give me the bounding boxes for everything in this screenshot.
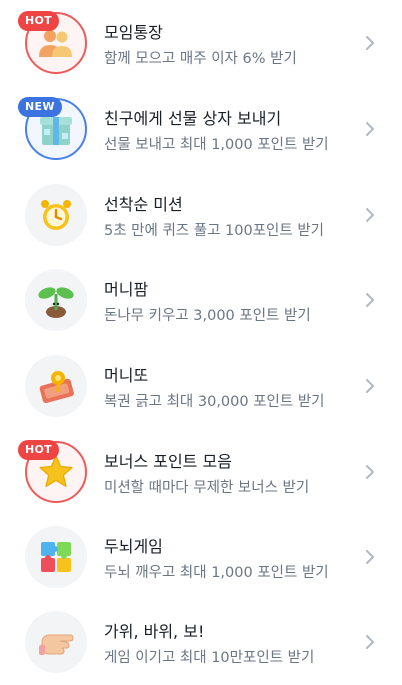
item-title: 보너스 포인트 모음 — [104, 452, 232, 471]
hand-icon — [36, 625, 76, 659]
chevron-right-icon — [365, 35, 375, 51]
chevron-right-icon — [365, 121, 375, 137]
list-item-meeting-account[interactable]: HOT 모임통장 함께 모으고 매주 이자 6% 받기 — [0, 0, 402, 86]
item-title: 머니팜 — [104, 280, 149, 299]
item-subtitle: 5초 만에 퀴즈 풀고 100포인트 받기 — [104, 223, 325, 239]
item-title: 선착순 미션 — [104, 195, 183, 214]
chevron-right-icon — [365, 378, 375, 394]
item-subtitle: 게임 이기고 최대 10만포인트 받기 — [104, 650, 315, 666]
chevron-right-icon — [365, 549, 375, 565]
item-title: 두뇌게임 — [104, 537, 163, 556]
chevron-right-icon — [365, 292, 375, 308]
item-title: 모임통장 — [104, 23, 163, 42]
item-title: 가위, 바위, 보! — [104, 622, 205, 641]
item-title: 머니또 — [104, 366, 149, 385]
alarm-clock-icon — [38, 197, 74, 233]
item-subtitle: 선물 보내고 최대 1,000 포인트 받기 — [104, 137, 329, 153]
list-item-gift-box[interactable]: NEW 친구에게 선물 상자 보내기 선물 보내고 최대 1,000 포인트 받… — [0, 86, 402, 172]
icon-container — [25, 355, 87, 417]
list-item-money-lotto[interactable]: 머니또 복권 긁고 최대 30,000 포인트 받기 — [0, 343, 402, 429]
puzzle-icon — [37, 538, 75, 576]
new-badge: NEW — [18, 97, 62, 117]
item-subtitle: 두뇌 깨우고 최대 1,000 포인트 받기 — [104, 565, 329, 581]
icon-container — [25, 269, 87, 331]
icon-container — [25, 526, 87, 588]
icon-container — [25, 611, 87, 673]
icon-container — [25, 184, 87, 246]
item-subtitle: 복권 긁고 최대 30,000 포인트 받기 — [104, 394, 325, 410]
list-item-bonus-points[interactable]: HOT 보너스 포인트 모음 미션할 때마다 무제한 보너스 받기 — [0, 429, 402, 515]
list-item-first-come-mission[interactable]: 선착순 미션 5초 만에 퀴즈 풀고 100포인트 받기 — [0, 172, 402, 258]
list-item-money-farm[interactable]: 머니팜 돈나무 키우고 3,000 포인트 받기 — [0, 257, 402, 343]
item-subtitle: 돈나무 키우고 3,000 포인트 받기 — [104, 308, 311, 324]
event-list: HOT 모임통장 함께 모으고 매주 이자 6% 받기 NEW 친구에게 선물 … — [0, 0, 402, 680]
hot-badge: HOT — [18, 440, 59, 460]
item-subtitle: 미션할 때마다 무제한 보너스 받기 — [104, 480, 310, 496]
chevron-right-icon — [365, 464, 375, 480]
list-item-brain-game[interactable]: 두뇌게임 두뇌 깨우고 최대 1,000 포인트 받기 — [0, 514, 402, 600]
sprout-icon — [36, 280, 76, 320]
chevron-right-icon — [365, 207, 375, 223]
item-subtitle: 함께 모으고 매주 이자 6% 받기 — [104, 51, 297, 67]
list-item-rock-paper-scissors[interactable]: 가위, 바위, 보! 게임 이기고 최대 10만포인트 받기 — [0, 599, 402, 685]
hot-badge: HOT — [18, 11, 59, 31]
chevron-right-icon — [365, 634, 375, 650]
lottery-ticket-icon — [36, 368, 76, 404]
item-title: 친구에게 선물 상자 보내기 — [104, 109, 282, 128]
